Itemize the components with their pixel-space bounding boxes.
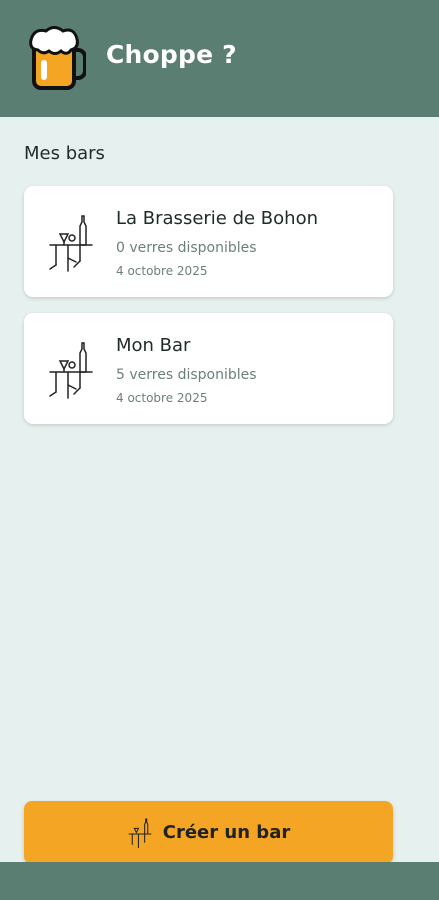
bar-date: 4 octobre 2025 — [116, 391, 208, 405]
create-bar-label: Créer un bar — [162, 822, 291, 843]
bar-name: Mon Bar — [116, 335, 191, 356]
section-title: Mes bars — [24, 143, 105, 164]
bar-card[interactable]: Mon Bar 5 verres disponibles 4 octobre 2… — [24, 313, 393, 424]
bar-date: 4 octobre 2025 — [116, 264, 208, 278]
bar-counter-icon — [49, 215, 93, 272]
beer-mug-icon — [29, 26, 86, 90]
create-bar-button[interactable]: Créer un bar — [24, 801, 393, 864]
bar-counter-icon — [128, 818, 152, 848]
bar-card[interactable]: La Brasserie de Bohon 0 verres disponibl… — [24, 186, 393, 297]
bar-glasses-count: 0 verres disponibles — [116, 240, 257, 256]
app-header: Choppe ? — [0, 0, 439, 117]
bar-name: La Brasserie de Bohon — [116, 208, 318, 229]
bar-counter-icon — [49, 342, 93, 399]
bottom-bar — [0, 862, 439, 900]
app-title: Choppe ? — [106, 40, 237, 69]
bar-glasses-count: 5 verres disponibles — [116, 367, 257, 383]
